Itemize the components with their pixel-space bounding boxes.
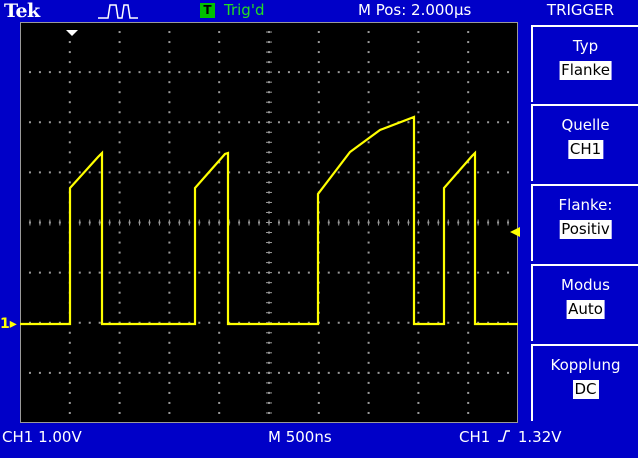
pulse-acquisition-icon — [98, 4, 138, 19]
menu-item-label: Typ — [572, 37, 599, 55]
menu-item-value: DC — [572, 380, 599, 399]
menu-item-value: Flanke — [559, 61, 612, 80]
menu-item-value: Positiv — [559, 220, 612, 239]
trigger-status: Trig'd — [224, 1, 265, 19]
menu-item-source[interactable]: Quelle CH1 — [531, 104, 638, 181]
menu-item-label: Quelle — [561, 116, 610, 134]
menu-item-coupling[interactable]: Kopplung DC — [531, 344, 638, 421]
channel-1-ground-marker[interactable]: 1▸ — [0, 316, 17, 332]
rising-edge-icon — [498, 430, 511, 442]
trigger-level-marker-icon[interactable] — [508, 226, 520, 238]
graticule-and-trace — [19, 21, 519, 424]
menu-item-label: Flanke: — [558, 196, 613, 214]
trigger-menu: TRIGGER Typ Flanke Quelle CH1 Flanke: Po… — [523, 0, 638, 425]
menu-item-mode[interactable]: Modus Auto — [531, 264, 638, 341]
menu-item-value: CH1 — [567, 140, 604, 159]
menu-item-type[interactable]: Typ Flanke — [531, 25, 638, 102]
horizontal-position-readout: M Pos: 2.000µs — [358, 1, 472, 19]
trigger-source-label: CH1 — [459, 428, 491, 446]
trigger-state-badge: T — [200, 3, 215, 18]
menu-item-label: Modus — [561, 276, 610, 294]
ch1-scale-readout: CH1 1.00V — [2, 428, 82, 446]
trigger-level-value: 1.32V — [517, 428, 562, 446]
menu-item-value: Auto — [566, 300, 605, 319]
menu-title: TRIGGER — [546, 1, 615, 19]
trigger-position-marker — [66, 30, 78, 36]
status-bar: Tek T Trig'd M Pos: 2.000µs — [0, 0, 520, 22]
menu-item-label: Kopplung — [550, 356, 621, 374]
timebase-readout: M 500ns — [268, 428, 332, 446]
waveform-display — [19, 21, 519, 424]
trigger-level-readout: CH1 1.32V — [459, 428, 562, 446]
menu-item-slope[interactable]: Flanke: Positiv — [531, 184, 638, 261]
readout-bar: CH1 1.00V M 500ns CH1 1.32V — [0, 425, 638, 458]
brand-logo: Tek — [4, 0, 40, 22]
